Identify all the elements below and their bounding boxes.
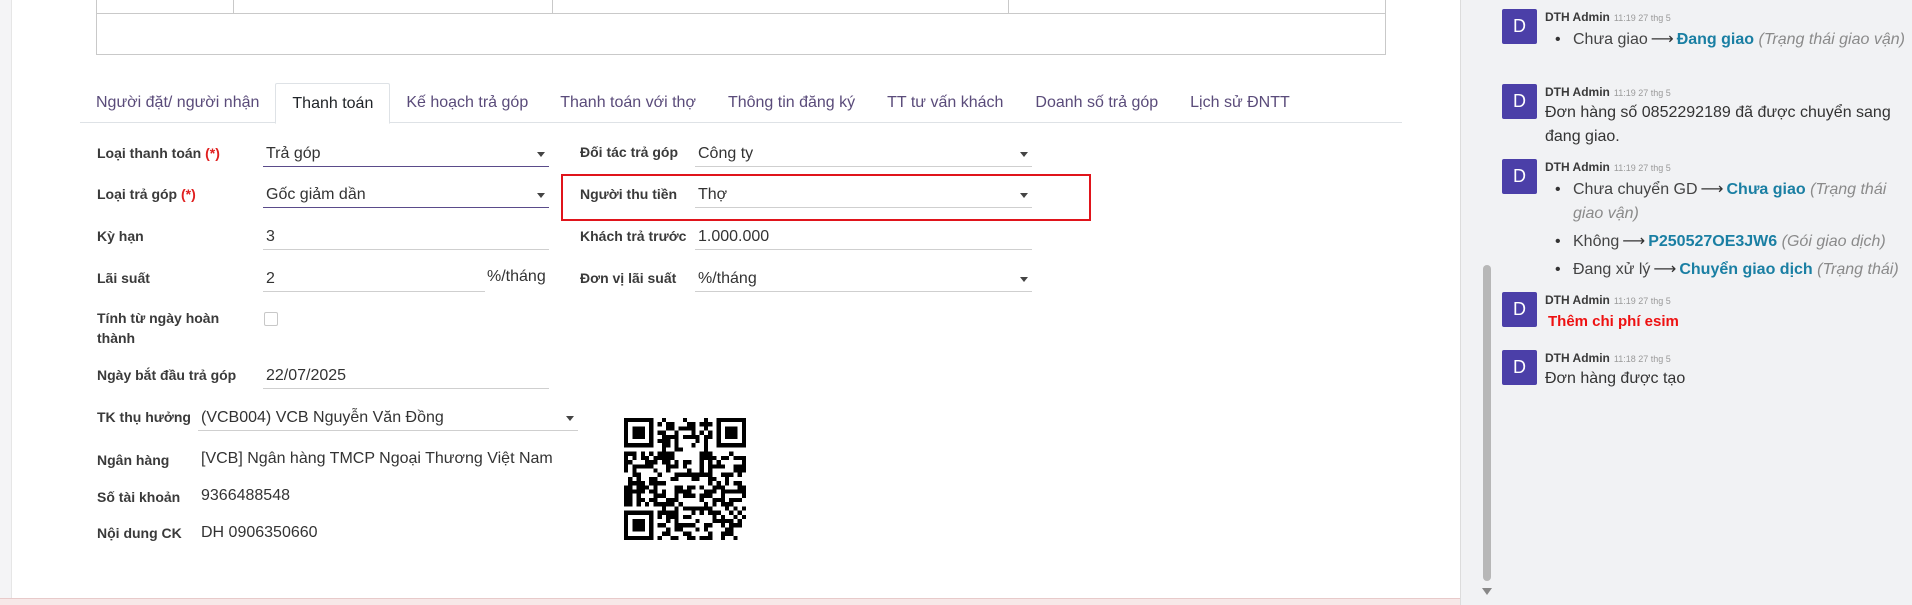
- avatar: D: [1502, 9, 1537, 44]
- message-time: 11:19 27 thg 5: [1613, 88, 1671, 98]
- doi-tac-label: Đối tác trả góp: [580, 144, 679, 160]
- loai-tra-gop-label: Loại trả góp (*): [97, 186, 196, 202]
- ky-han-label: Kỳ hạn: [97, 228, 144, 244]
- khach-tra-truoc-label: Khách trả trước: [580, 228, 687, 244]
- message-time: 11:19 27 thg 5: [1613, 296, 1671, 306]
- loai-tra-gop-select[interactable]: Gốc giảm dần: [263, 182, 549, 208]
- khach-tra-truoc-input[interactable]: 1.000.000: [695, 224, 1032, 250]
- table-row: [97, 0, 1385, 14]
- tracking-list: Chưa giao⟶Đang giao (Trạng thái giao vận…: [1545, 28, 1905, 52]
- tab-doanh-so-tra-gop[interactable]: Doanh số trả góp: [1019, 83, 1174, 123]
- don-vi-lai-suat-select[interactable]: %/tháng: [695, 266, 1032, 292]
- table-divider: [1008, 0, 1009, 14]
- left-strip: [0, 0, 12, 605]
- order-lines-table: [96, 0, 1386, 55]
- table-divider: [552, 0, 553, 14]
- chatter-scrollbar[interactable]: [1479, 0, 1493, 600]
- tab-lich-su-dntt[interactable]: Lịch sử ĐNTT: [1174, 83, 1306, 123]
- avatar: D: [1502, 350, 1537, 385]
- loai-thanh-toan-select[interactable]: Trả góp: [263, 141, 549, 167]
- loai-thanh-toan-label: Loại thanh toán (*): [97, 145, 220, 161]
- nguoi-thu-tien-select[interactable]: Thợ: [695, 182, 1032, 208]
- tracking-item: Đang xử lý⟶Chuyển giao dịch (Trạng thái): [1545, 258, 1905, 282]
- ngan-hang-label: Ngân hàng: [97, 452, 170, 468]
- ngay-bat-dau-input[interactable]: 22/07/2025: [263, 363, 549, 389]
- bottom-divider: [0, 598, 1460, 605]
- scrollbar-thumb[interactable]: [1483, 265, 1491, 581]
- form-tabs: Người đặt/ người nhận Thanh toán Kế hoạc…: [80, 83, 1402, 124]
- tracking-item: Chưa giao⟶Đang giao (Trạng thái giao vận…: [1545, 28, 1905, 52]
- arrow-right-icon: ⟶: [1650, 31, 1674, 48]
- message-time: 11:18 27 thg 5: [1613, 354, 1671, 364]
- nguoi-thu-tien-label: Người thu tiền: [580, 186, 678, 202]
- message-author: DTH Admin 11:19 27 thg 5: [1545, 160, 1671, 174]
- tinh-tu-ngay-checkbox[interactable]: [264, 312, 278, 326]
- main-form-area: Người đặt/ người nhận Thanh toán Kế hoạc…: [0, 0, 1460, 605]
- tab-thanh-toan[interactable]: Thanh toán: [275, 83, 391, 124]
- message-author: DTH Admin 11:19 27 thg 5: [1545, 10, 1671, 24]
- message-author: DTH Admin 11:18 27 thg 5: [1545, 351, 1671, 365]
- tab-thanh-toan-voi-tho[interactable]: Thanh toán với thợ: [544, 83, 712, 123]
- lai-suat-unit: %/tháng: [487, 268, 546, 285]
- doi-tac-select[interactable]: Công ty: [695, 141, 1032, 167]
- tab-tt-tu-van-khach[interactable]: TT tư vấn khách: [871, 83, 1019, 123]
- ngay-bat-dau-label: Ngày bắt đầu trả góp: [97, 367, 237, 383]
- message-author: DTH Admin 11:19 27 thg 5: [1545, 85, 1671, 99]
- lai-suat-label: Lãi suất: [97, 270, 150, 286]
- avatar: D: [1502, 84, 1537, 119]
- tab-nguoi-dat[interactable]: Người đặt/ người nhận: [80, 83, 275, 123]
- tracking-list: Chưa chuyển GD⟶Chưa giao (Trạng thái gia…: [1545, 178, 1905, 282]
- avatar: D: [1502, 292, 1537, 327]
- tracking-item: Không⟶P250527OE3JW6 (Gói giao dịch): [1545, 230, 1905, 254]
- message-author: DTH Admin 11:19 27 thg 5: [1545, 293, 1671, 307]
- table-divider: [233, 0, 234, 14]
- message-text: Đơn hàng số 0852292189 đã được chuyển sa…: [1545, 104, 1891, 145]
- ky-han-input[interactable]: 3: [263, 224, 549, 250]
- so-tai-khoan-label: Số tài khoản: [97, 489, 181, 505]
- message-text: Thêm chi phí esim: [1548, 313, 1679, 330]
- message-text: Đơn hàng được tạo: [1545, 370, 1686, 387]
- tab-thong-tin-dang-ky[interactable]: Thông tin đăng ký: [712, 83, 871, 123]
- so-tai-khoan-value: 9366488548: [201, 487, 290, 504]
- tinh-tu-ngay-label: Tính từ ngày hoàn thành: [97, 310, 220, 346]
- noi-dung-ck-label: Nội dung CK: [97, 525, 182, 541]
- message-time: 11:19 27 thg 5: [1613, 163, 1671, 173]
- arrow-right-icon: ⟶: [1653, 261, 1677, 278]
- scroll-down-icon[interactable]: [1482, 588, 1492, 595]
- don-vi-lai-suat-label: Đơn vị lãi suất: [580, 270, 677, 286]
- noi-dung-ck-value: DH 0906350660: [201, 524, 318, 541]
- tracking-item: Chưa chuyển GD⟶Chưa giao (Trạng thái gia…: [1545, 178, 1905, 226]
- avatar: D: [1502, 159, 1537, 194]
- arrow-right-icon: ⟶: [1622, 233, 1646, 250]
- ngan-hang-value: [VCB] Ngân hàng TMCP Ngoại Thương Việt N…: [201, 450, 553, 467]
- arrow-right-icon: ⟶: [1700, 181, 1724, 198]
- tk-thu-huong-select[interactable]: (VCB004) VCB Nguyễn Văn Đồng: [198, 405, 578, 431]
- payment-qr-code: [624, 418, 746, 540]
- lai-suat-input[interactable]: 2: [263, 266, 485, 292]
- tk-thu-huong-label: TK thụ hưởng: [97, 409, 191, 425]
- message-time: 11:19 27 thg 5: [1613, 13, 1671, 23]
- tab-ke-hoach-tra-gop[interactable]: Kế hoạch trả góp: [390, 83, 544, 123]
